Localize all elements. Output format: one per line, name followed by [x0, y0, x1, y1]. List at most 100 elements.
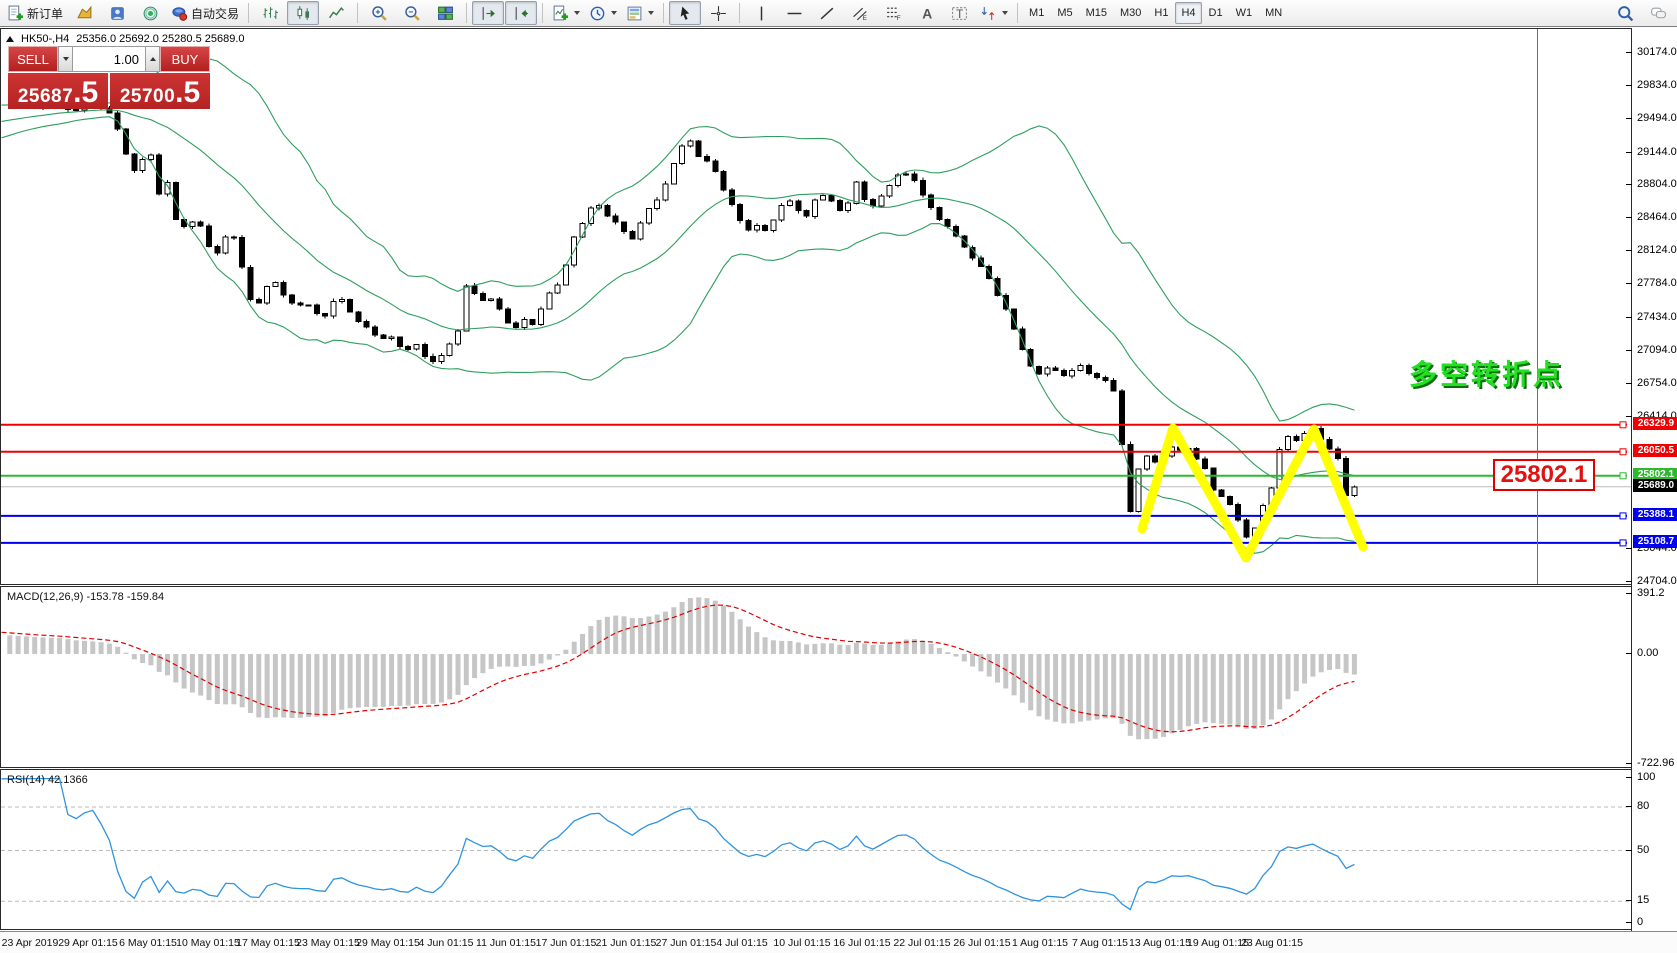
vertical-line-object[interactable]: [1537, 29, 1538, 585]
price-chart[interactable]: [1, 29, 1631, 584]
price-axis-label: 30174.0: [1637, 46, 1677, 58]
date-label: 4 Jul 01:15: [716, 937, 767, 949]
timeframe-button-M30[interactable]: M30: [1114, 2, 1147, 24]
label-button[interactable]: T: [943, 1, 975, 25]
rsi-label: RSI(14) 42.1366: [7, 774, 88, 786]
crosshair-button[interactable]: [702, 1, 734, 25]
macd-pane[interactable]: MACD(12,26,9) -153.78 -159.84: [0, 586, 1632, 768]
volume-decrease-button[interactable]: [58, 46, 73, 72]
axis-tick: [1626, 118, 1632, 119]
trendline-button[interactable]: [811, 1, 843, 25]
autotrade-button[interactable]: 自动交易: [167, 1, 243, 25]
zoom-out-icon: [404, 5, 421, 22]
text-button[interactable]: A: [910, 1, 942, 25]
chat-button[interactable]: [1642, 1, 1674, 25]
timeframe-button-MN[interactable]: MN: [1259, 2, 1288, 24]
axis-tick: [1626, 922, 1632, 923]
axis-tick: [1626, 900, 1632, 901]
new-order-icon: [7, 5, 24, 22]
collapse-chart-icon[interactable]: [6, 36, 14, 42]
macd-chart[interactable]: [1, 587, 1631, 767]
axis-tick: [1626, 581, 1632, 582]
rsi-axis-label: 80: [1637, 800, 1649, 812]
time-axis[interactable]: 23 Apr 201929 Apr 01:156 May 01:1510 May…: [0, 931, 1677, 953]
timeframe-button-M15[interactable]: M15: [1080, 2, 1113, 24]
macd-axis-label: 391.2: [1637, 587, 1665, 599]
line-chart-button[interactable]: [320, 1, 352, 25]
search-button[interactable]: [1609, 1, 1641, 25]
autotrade-icon: [171, 5, 188, 22]
price-axis-label: 29834.0: [1637, 79, 1677, 91]
chart-gold-button[interactable]: [68, 1, 100, 25]
svg-text:A: A: [922, 5, 932, 21]
indicators-button[interactable]: [548, 1, 584, 25]
sell-price-panel[interactable]: 25687.5: [8, 73, 108, 109]
arrows-button[interactable]: [976, 1, 1012, 25]
date-label: 13 Aug 01:15: [1129, 937, 1191, 949]
new-order-button[interactable]: 新订单: [3, 1, 67, 25]
toolbar-button-label: 自动交易: [191, 5, 239, 22]
arrow-down-icon: [63, 57, 69, 61]
periods-button[interactable]: [585, 1, 621, 25]
timeframe-button-M1[interactable]: M1: [1023, 2, 1050, 24]
auto-scroll-button[interactable]: [505, 1, 537, 25]
timeframe-button-W1[interactable]: W1: [1230, 2, 1259, 24]
axis-tick: [1626, 763, 1632, 764]
date-label: 4 Jun 01:15: [419, 937, 474, 949]
auto-scroll-icon: [513, 5, 530, 22]
cursor-button[interactable]: [669, 1, 701, 25]
rsi-chart[interactable]: [1, 770, 1631, 929]
svg-text:E: E: [862, 14, 866, 21]
volume-increase-button[interactable]: [145, 46, 160, 72]
bar-chart-button[interactable]: [254, 1, 286, 25]
price-axis-label: 27434.0: [1637, 311, 1677, 323]
toolbar-separator: [248, 3, 249, 23]
tile-windows-button[interactable]: [429, 1, 461, 25]
date-label: 10 May 01:15: [176, 937, 240, 949]
buy-price-main: 25700: [120, 86, 175, 108]
price-axis-label: 26754.0: [1637, 377, 1677, 389]
timeframe-button-H4[interactable]: H4: [1175, 2, 1201, 24]
price-axis-label: 28124.0: [1637, 244, 1677, 256]
channel-button[interactable]: E: [844, 1, 876, 25]
svg-text:F: F: [896, 14, 900, 21]
zoom-in-icon: [371, 5, 388, 22]
template-button[interactable]: [622, 1, 658, 25]
candle-chart-button[interactable]: [287, 1, 319, 25]
chart-shift-icon: [480, 5, 497, 22]
chart-shift-button[interactable]: [472, 1, 504, 25]
chevron-down-icon: [648, 11, 654, 15]
vline-button[interactable]: [745, 1, 777, 25]
zoom-out-button[interactable]: [396, 1, 428, 25]
rsi-pane[interactable]: RSI(14) 42.1366: [0, 769, 1632, 930]
toolbar-separator: [739, 3, 740, 23]
timeframe-button-H1[interactable]: H1: [1148, 2, 1174, 24]
buy-button[interactable]: BUY: [160, 46, 210, 72]
date-label: 17 Jun 01:15: [536, 937, 597, 949]
macd-axis-label: 0.00: [1637, 647, 1658, 659]
profile-button[interactable]: [101, 1, 133, 25]
price-axis-label: 29494.0: [1637, 112, 1677, 124]
main-chart-pane[interactable]: HK50-,H4 25356.0 25692.0 25280.5 25689.0…: [0, 28, 1632, 585]
chevron-down-icon: [1002, 11, 1008, 15]
chat-icon: [1650, 5, 1667, 22]
sell-button[interactable]: SELL: [8, 46, 58, 72]
timeframe-button-D1[interactable]: D1: [1203, 2, 1229, 24]
chart-window[interactable]: HK50-,H4 25356.0 25692.0 25280.5 25689.0…: [0, 28, 1677, 952]
buy-price-panel[interactable]: 25700.5: [110, 73, 210, 109]
volume-input[interactable]: 1.00: [73, 46, 145, 72]
fibo-button[interactable]: F: [877, 1, 909, 25]
timeframe-button-M5[interactable]: M5: [1051, 2, 1078, 24]
sell-price-main: 25687: [18, 86, 73, 108]
date-label: 29 May 01:15: [356, 937, 420, 949]
line-chart-icon: [328, 5, 345, 22]
hline-button[interactable]: [778, 1, 810, 25]
zoom-in-button[interactable]: [363, 1, 395, 25]
chart-gold-icon: [76, 5, 93, 22]
arrow-up-icon: [150, 57, 156, 61]
macd-axis-label: -722.96: [1637, 757, 1674, 769]
signal-button[interactable]: [134, 1, 166, 25]
search-icon: [1617, 5, 1634, 22]
date-label: 23 Apr 2019: [2, 937, 59, 949]
axis-tick: [1626, 416, 1632, 417]
